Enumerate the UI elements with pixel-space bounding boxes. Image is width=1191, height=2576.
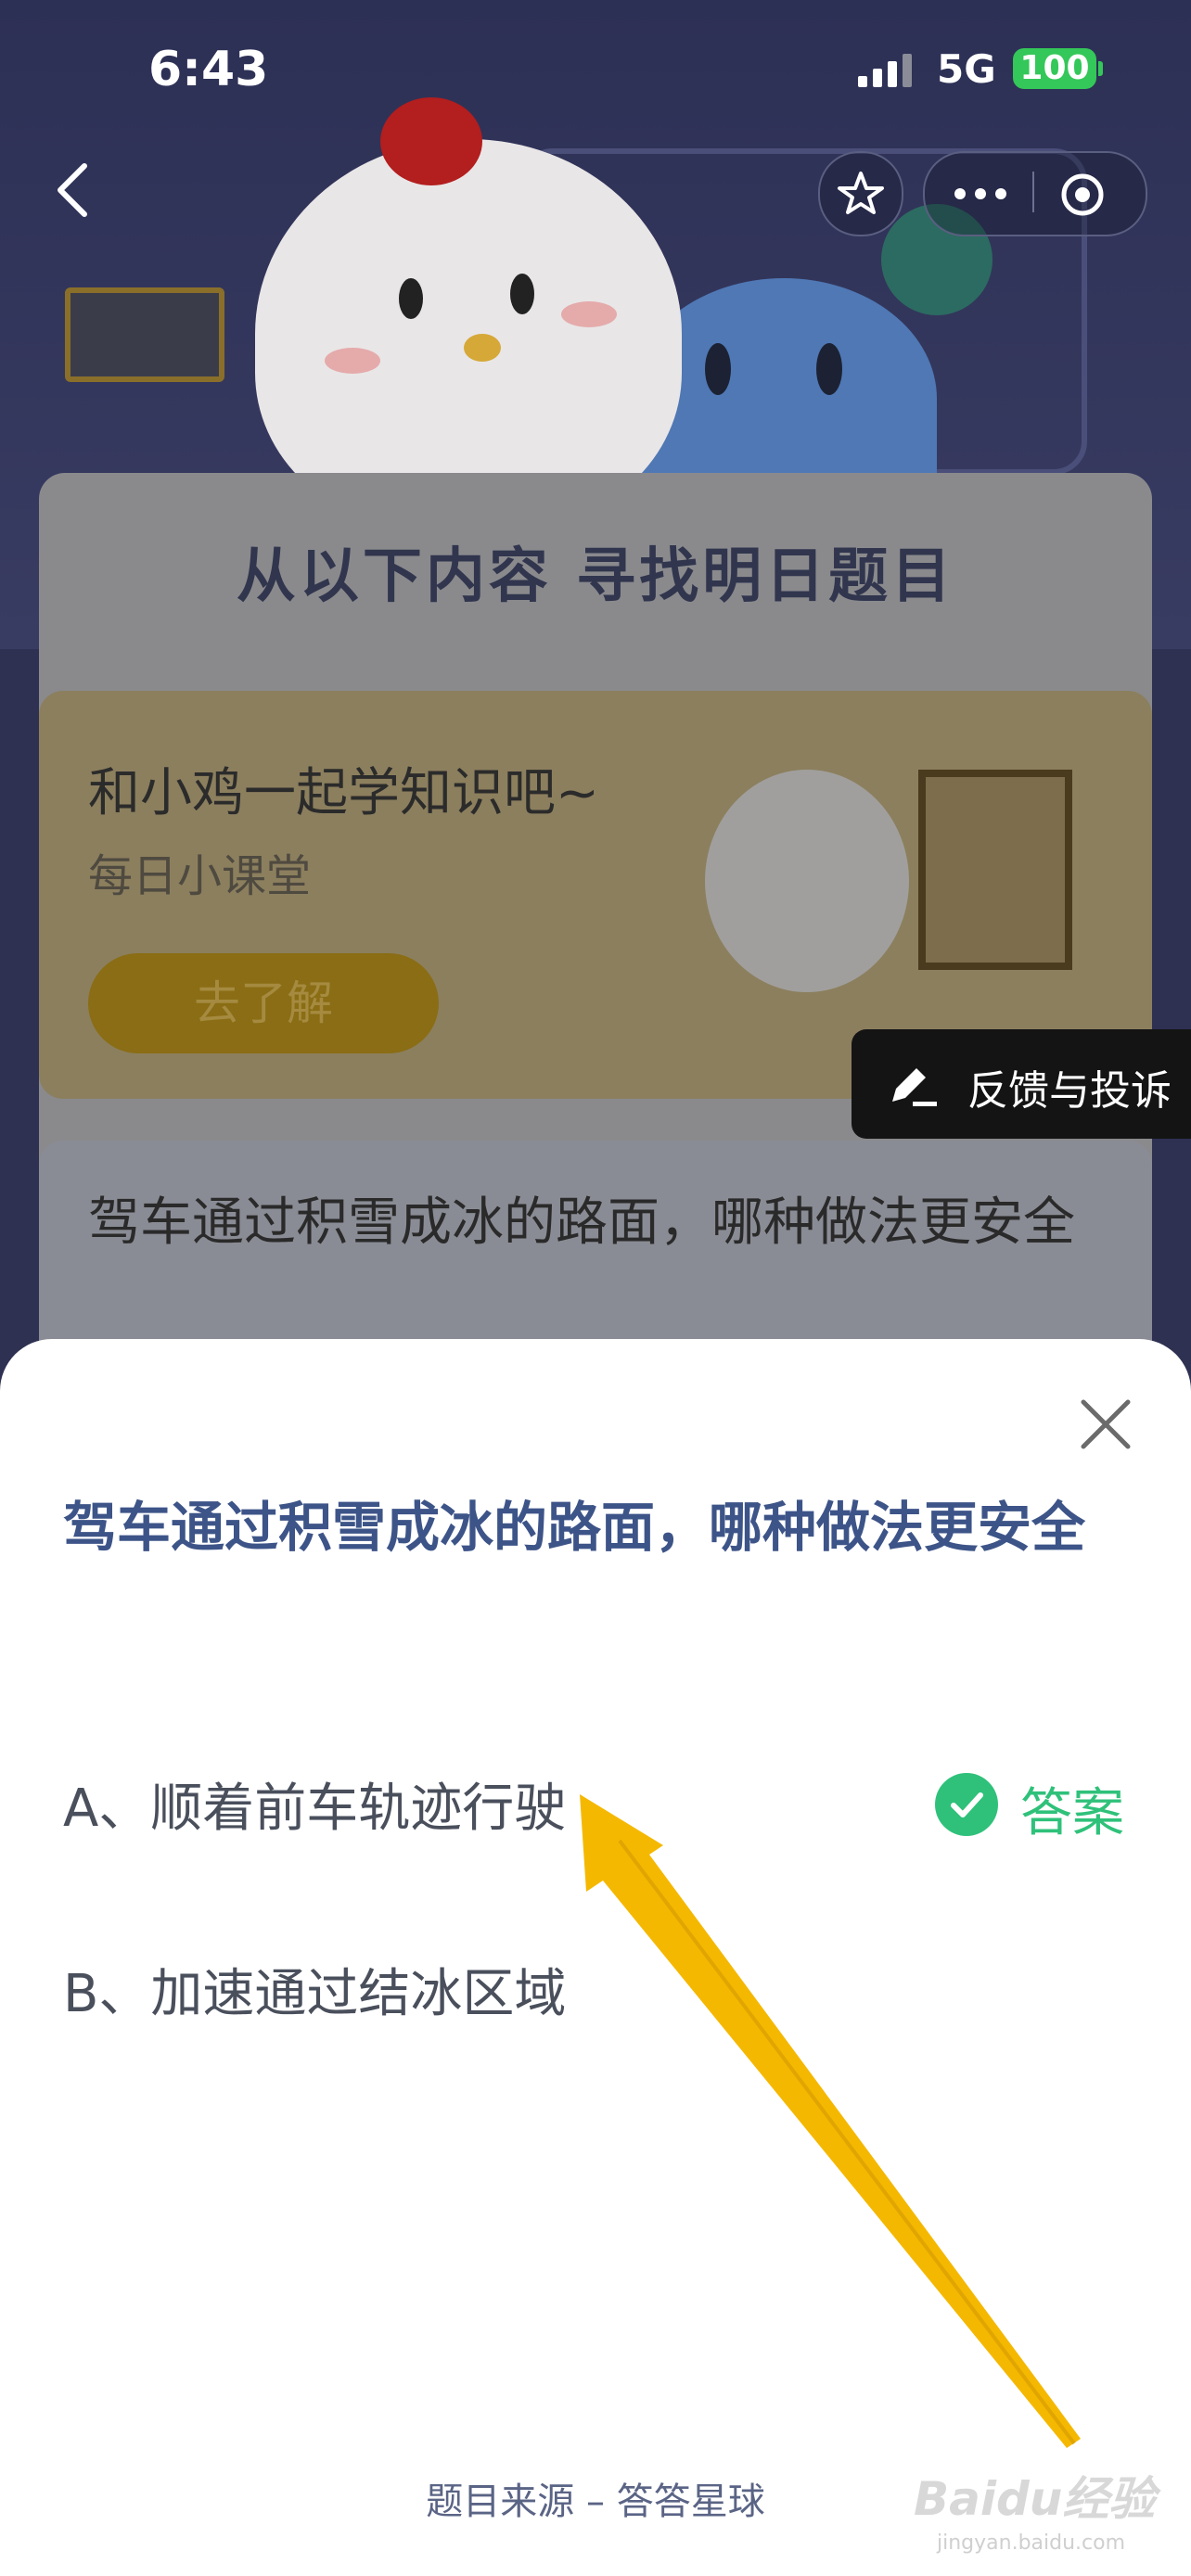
chick-mascot-illustration [255,139,682,529]
more-icon[interactable] [953,181,1008,207]
mascot-cheek [561,301,617,327]
option-b[interactable]: B、加速通过结冰区域 [63,1952,566,2027]
feedback-button[interactable]: 反馈与投诉 [852,1029,1191,1139]
favorite-button[interactable] [818,151,903,236]
pencil-icon [892,1068,937,1106]
mini-program-capsule [923,151,1147,236]
painter-chick-illustration [705,770,909,992]
status-time: 6:43 [148,42,269,97]
option-a[interactable]: A、顺着前车轨迹行驶 [63,1766,566,1842]
watermark-logo: Baidu经验 [914,2472,1156,2526]
mascot-eye [705,343,731,395]
easel-illustration [918,770,1072,970]
mascot-cheek [325,348,380,374]
medal-frame-illustration [65,287,224,382]
battery-indicator: 100 [1013,48,1096,89]
feedback-label: 反馈与投诉 [967,1067,1172,1115]
network-type: 5G [937,46,996,92]
mascot-eye [510,274,534,314]
back-icon[interactable] [51,162,97,218]
answer-badge: 答案 [935,1767,1139,1843]
watermark-url: jingyan.baidu.com [937,2531,1126,2555]
battery-tip [1098,61,1103,76]
section-heading: 从以下内容 寻找明日题目 [236,542,955,611]
signal-icon [858,54,912,87]
chick-beak [464,334,501,362]
course-subtitle: 每日小课堂 [88,850,312,902]
capsule-divider [1032,172,1034,212]
target-icon[interactable] [1059,172,1106,218]
question-card-text: 驾车通过积雪成冰的路面，哪种做法更安全 [88,1192,1075,1253]
close-icon[interactable] [1076,1395,1135,1454]
chick-comb [380,97,482,185]
mascot-eye [816,343,842,395]
learn-more-button[interactable]: 去了解 [88,953,439,1053]
answer-label: 答案 [1020,1783,1124,1843]
question-title: 驾车通过积雪成冰的路面，哪种做法更安全 [63,1496,1086,1559]
mascot-eye [399,278,423,319]
course-title: 和小鸡一起学知识吧~ [88,763,599,823]
check-icon [935,1773,998,1836]
star-icon [838,172,884,214]
